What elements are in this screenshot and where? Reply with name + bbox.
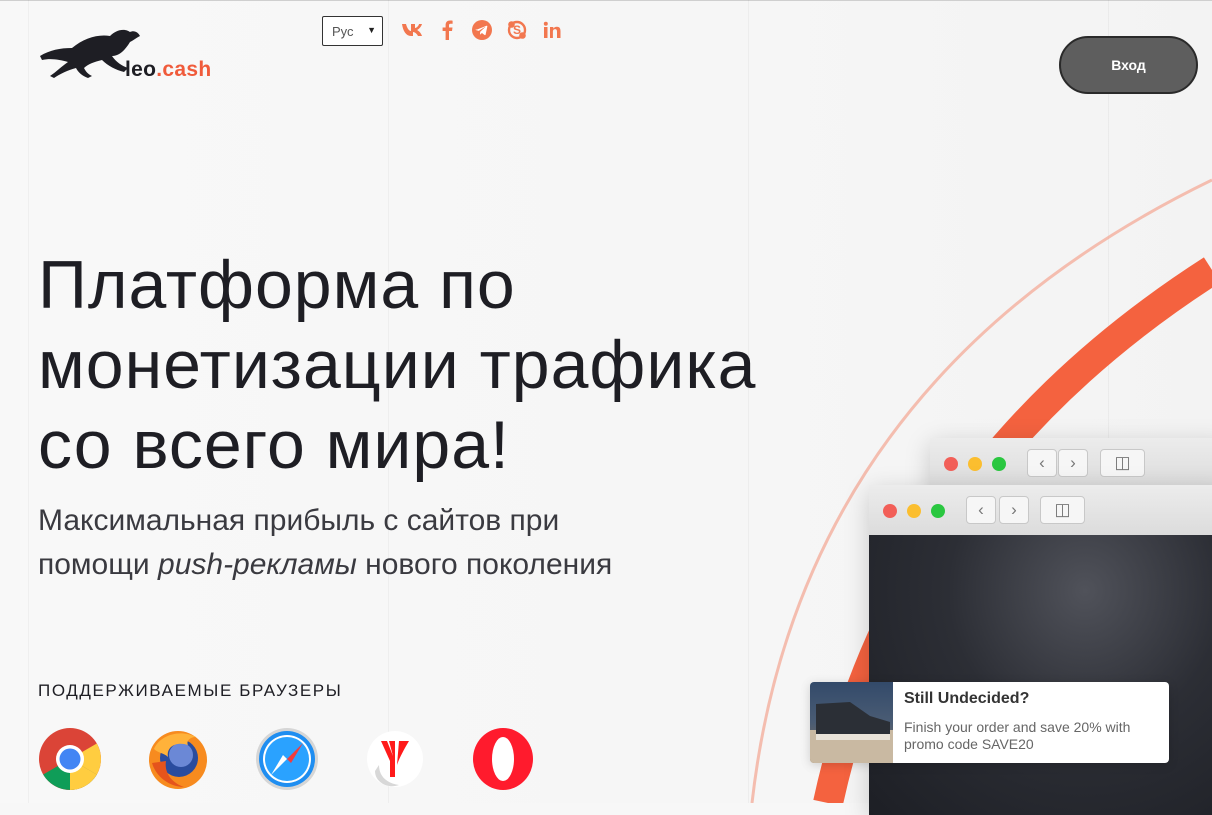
hero-subtitle-line: Максимальная прибыль с сайтов при: [38, 504, 560, 537]
window-maximize-icon: [992, 457, 1006, 471]
hero-title-line: Платформа по: [38, 247, 516, 323]
back-arrow-icon: ‹: [966, 496, 996, 524]
window-toolbar: ‹ › ◫: [869, 485, 1212, 536]
logo-text-cash: .cash: [156, 58, 212, 81]
opera-icon: [471, 727, 535, 791]
push-notification[interactable]: Still Undecided? Finish your order and s…: [810, 682, 1169, 763]
login-button[interactable]: Вход: [1059, 36, 1198, 94]
sidebar-toggle-icon: ◫: [1040, 496, 1085, 524]
social-links: S: [400, 18, 575, 42]
hero-title-line: со всего мира!: [38, 407, 510, 483]
yandex-browser-icon: [363, 727, 427, 791]
back-arrow-icon: ‹: [1027, 449, 1057, 477]
window-minimize-icon: [968, 457, 982, 471]
notification-image: [810, 682, 893, 763]
browsers-label: ПОДДЕРЖИВАЕМЫЕ БРАУЗЕРЫ: [38, 681, 343, 700]
notification-title: Still Undecided?: [904, 690, 1030, 707]
hero-subtitle-prefix: помощи: [38, 548, 159, 581]
caret-down-icon: ▼: [367, 25, 376, 35]
hero-subtitle-italic: push-рекламы: [158, 548, 357, 581]
hero-subtitle: Максимальная прибыль с сайтов при помощи…: [38, 499, 758, 587]
hero-title-line: монетизации трафика: [38, 327, 757, 403]
window-minimize-icon: [907, 504, 921, 518]
browser-window-front: ‹ › ◫: [869, 485, 1212, 815]
language-select[interactable]: Рус ▼: [322, 16, 383, 46]
linkedin-icon[interactable]: [540, 18, 564, 42]
top-border: [0, 0, 1212, 1]
window-close-icon: [883, 504, 897, 518]
vk-icon[interactable]: [400, 18, 424, 42]
facebook-icon[interactable]: [435, 18, 459, 42]
svg-text:S: S: [513, 23, 521, 37]
safari-icon: [255, 727, 319, 791]
forward-arrow-icon: ›: [999, 496, 1029, 524]
window-content: [869, 535, 1212, 815]
hero-subtitle-suffix: нового поколения: [356, 548, 613, 581]
forward-arrow-icon: ›: [1058, 449, 1088, 477]
telegram-icon[interactable]: [470, 18, 494, 42]
skype-icon[interactable]: S: [505, 18, 529, 42]
notification-text: Finish your order and save 20% with prom…: [904, 719, 1131, 752]
hero-title: Платформа по монетизации трафика со всег…: [38, 245, 938, 485]
sidebar-toggle-icon: ◫: [1100, 449, 1145, 477]
firefox-icon: [146, 727, 210, 791]
grid-line: [28, 0, 29, 803]
window-toolbar: ‹ › ◫: [930, 438, 1212, 489]
logo-text: leo.cash: [125, 58, 211, 82]
chrome-icon: [38, 727, 102, 791]
logo-text-leo: leo: [125, 58, 157, 81]
logo[interactable]: leo.cash: [38, 26, 228, 86]
window-close-icon: [944, 457, 958, 471]
language-select-value: Рус: [332, 23, 354, 39]
window-maximize-icon: [931, 504, 945, 518]
